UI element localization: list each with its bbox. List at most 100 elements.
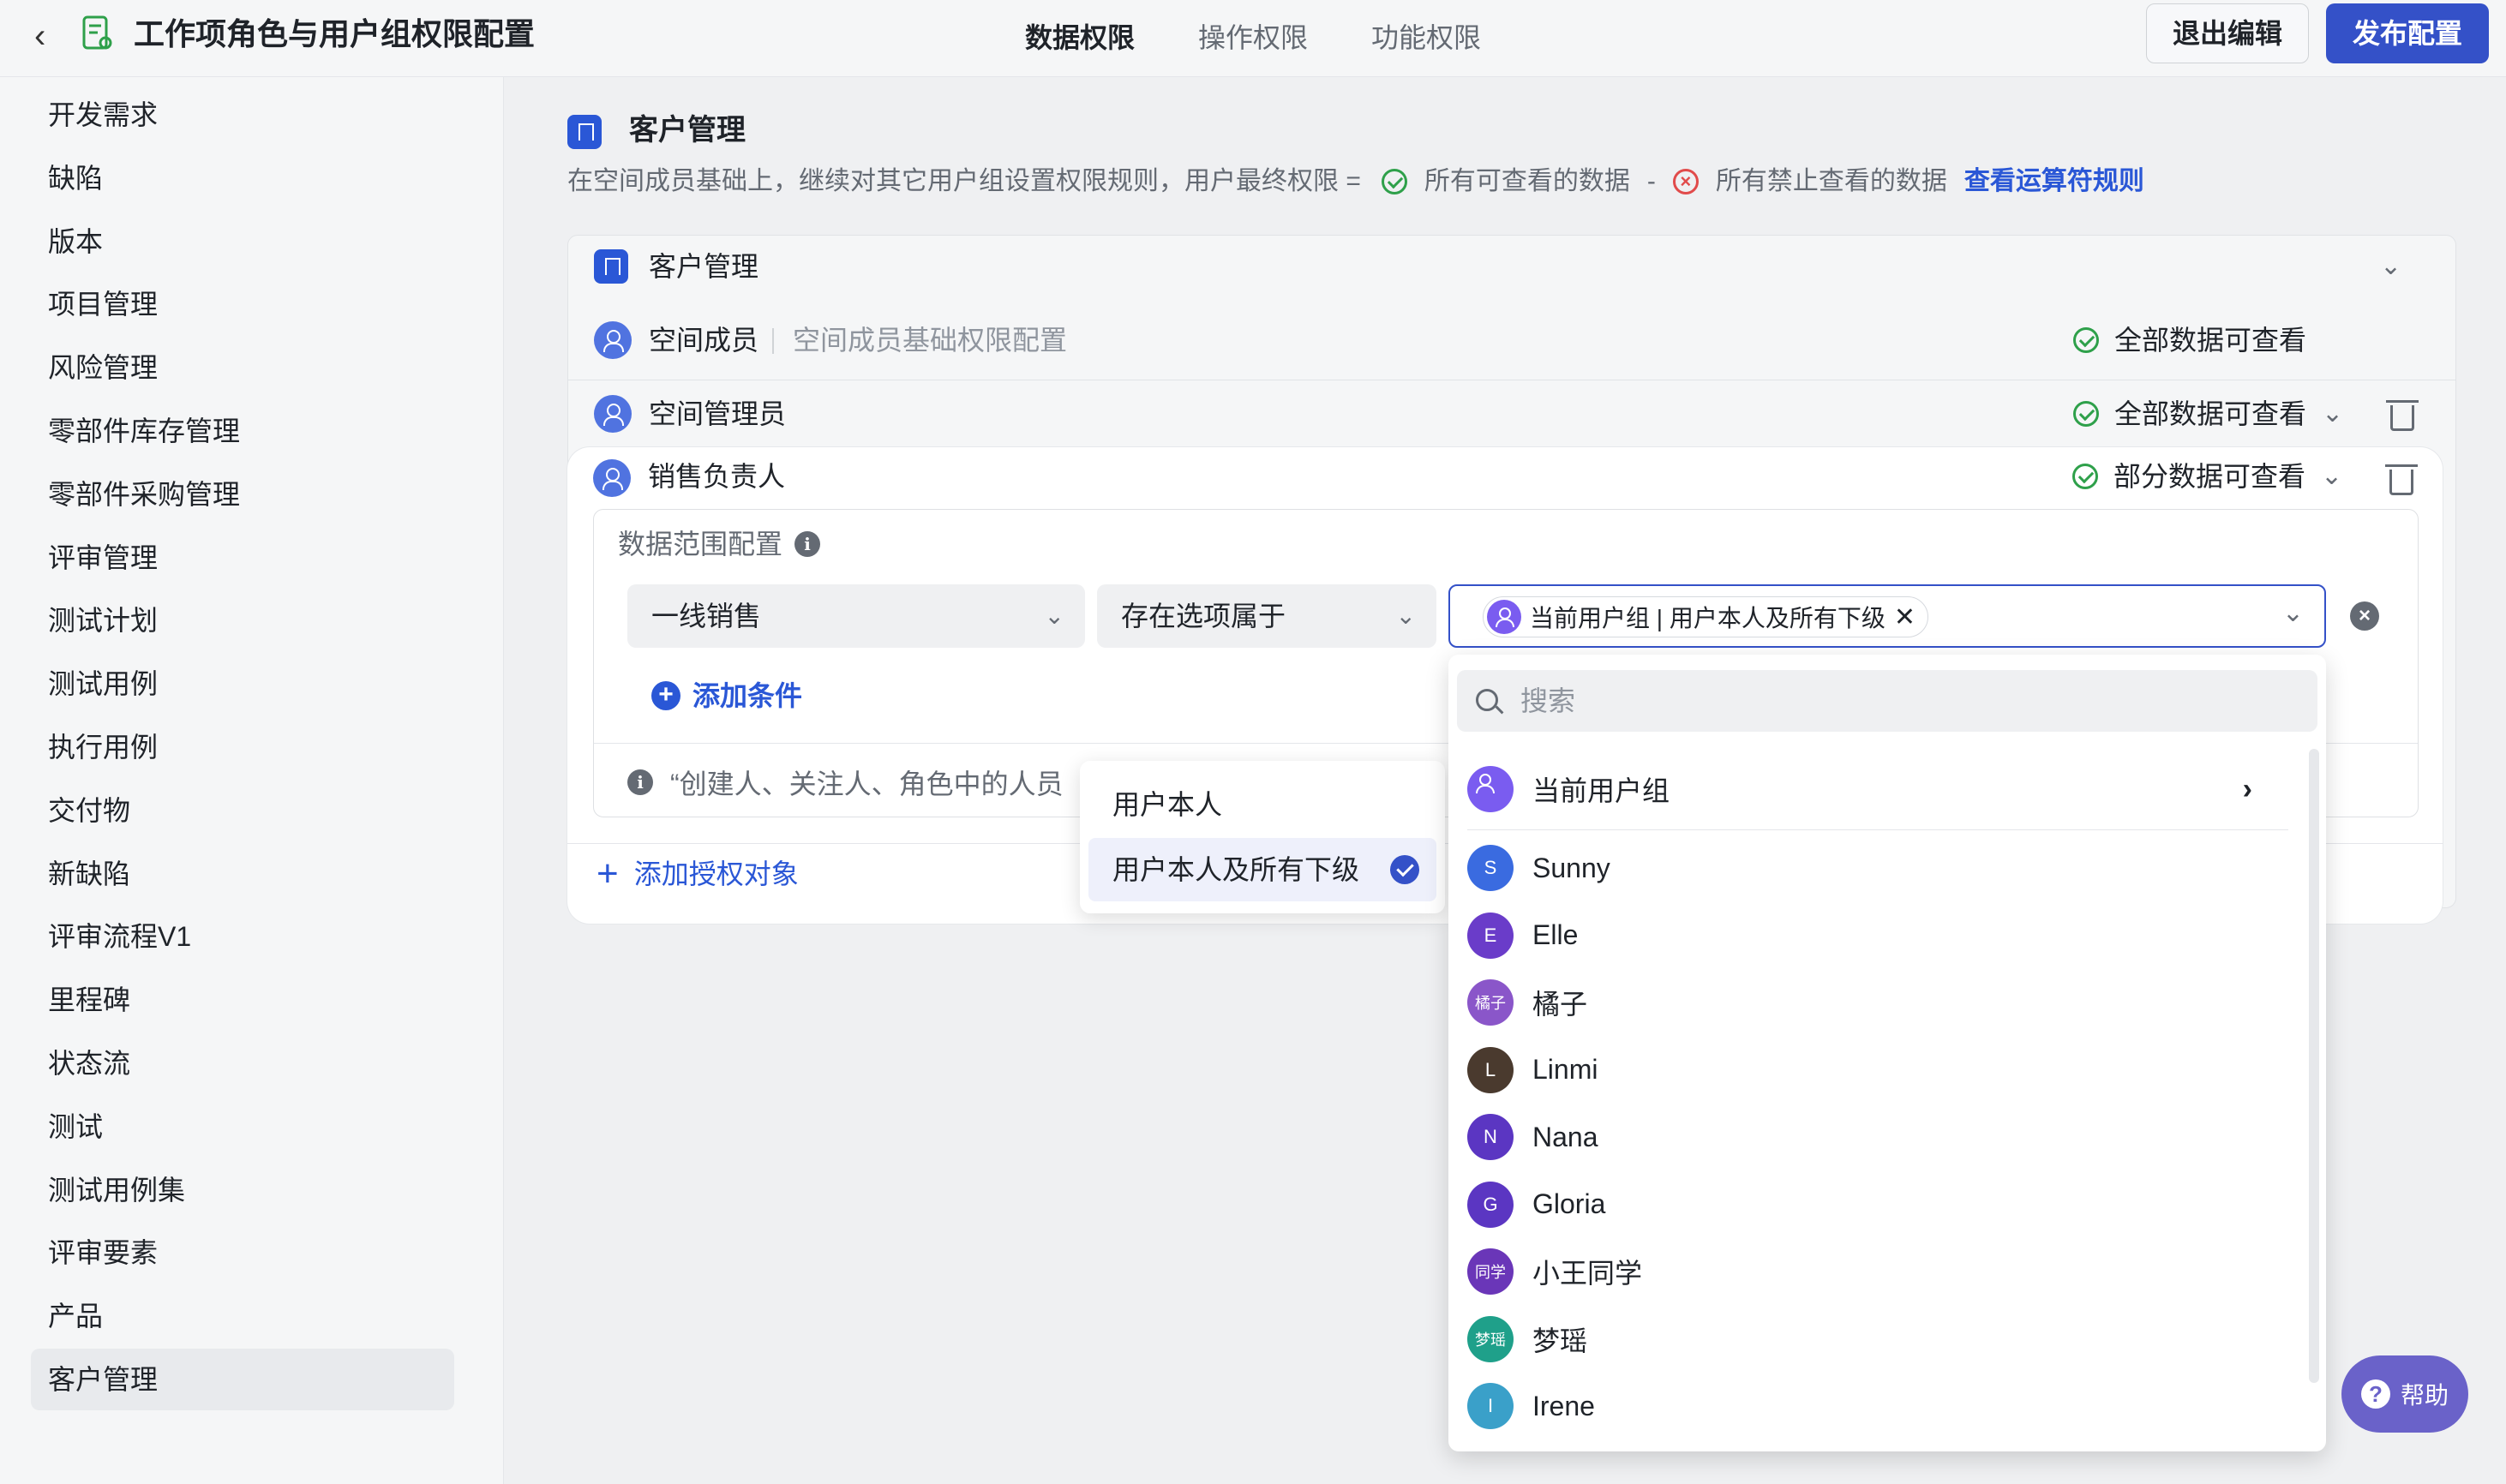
sidebar-item[interactable]: 测试计划 <box>31 589 454 651</box>
sidebar-item[interactable]: 状态流 <box>31 1032 454 1094</box>
scope-option-popup: 用户本人 用户本人及所有下级 <box>1080 761 1445 913</box>
exit-edit-button[interactable]: 退出编辑 <box>2146 3 2309 63</box>
bookmark-icon <box>567 115 602 149</box>
row-name: 销售负责人 <box>648 461 786 492</box>
scrollbar[interactable] <box>2309 749 2319 1383</box>
sidebar-item[interactable]: 零部件采购管理 <box>31 464 454 525</box>
sidebar-item[interactable]: 执行用例 <box>31 716 454 778</box>
user-avatar: G <box>1467 1181 1514 1228</box>
sidebar-item[interactable]: 测试 <box>31 1096 454 1158</box>
user-avatar: N <box>1467 1114 1514 1160</box>
clear-condition-icon[interactable]: × <box>2350 601 2379 631</box>
row-status[interactable]: 全部数据可查看 ⌄ <box>2073 395 2343 433</box>
info-icon[interactable]: i <box>794 531 821 557</box>
desc-deny: 所有禁止查看的数据 <box>1715 167 1947 195</box>
user-option[interactable]: 同学 小王同学 <box>1467 1240 2290 1303</box>
row-status[interactable]: 部分数据可查看 ⌄ <box>2072 458 2342 495</box>
status-label: 部分数据可查看 <box>2113 461 2306 492</box>
tab-data-permission[interactable]: 数据权限 <box>1025 19 1135 58</box>
trash-icon[interactable] <box>2385 464 2418 495</box>
value-multi-select[interactable]: 当前用户组 | 用户本人及所有下级 ✕ ⌄ <box>1448 584 2326 648</box>
desc-minus: - <box>1646 167 1656 195</box>
user-name: Elle <box>1532 919 1579 950</box>
add-authorized-object-button[interactable]: + 添加授权对象 <box>597 855 799 893</box>
check-icon <box>1390 855 1419 884</box>
sidebar-item[interactable]: 评审管理 <box>31 527 454 589</box>
option-user-self[interactable]: 用户本人 <box>1088 773 1436 836</box>
operator-rule-link[interactable]: 查看运算符规则 <box>1964 163 2144 200</box>
sidebar-item[interactable]: 测试用例 <box>31 653 454 715</box>
plus-circle-icon: + <box>651 681 680 710</box>
sidebar-item[interactable]: 风险管理 <box>31 337 454 398</box>
sidebar-item[interactable]: 缺陷 <box>31 147 454 209</box>
check-circle-icon <box>2073 327 2099 353</box>
sidebar-item[interactable]: 客户管理 <box>31 1349 454 1410</box>
card-title: 客户管理 <box>649 251 759 282</box>
info-icon: i <box>627 769 653 795</box>
tab-operation-permission[interactable]: 操作权限 <box>1198 19 1308 58</box>
tag-remove-icon[interactable]: ✕ <box>1894 602 1915 632</box>
chevron-down-icon: ⌄ <box>2322 399 2344 428</box>
note-text: “创建人、关注人、角色中的人员 <box>670 769 1064 799</box>
publish-button[interactable]: 发布配置 <box>2326 3 2489 63</box>
sidebar-item[interactable]: 版本 <box>31 211 454 272</box>
user-option[interactable]: G Gloria <box>1467 1173 2290 1236</box>
user-option[interactable]: L Linmi <box>1467 1038 2290 1102</box>
tab-function-permission[interactable]: 功能权限 <box>1371 19 1481 58</box>
trash-icon[interactable] <box>2386 400 2419 431</box>
user-avatar: I <box>1467 1383 1514 1429</box>
check-circle-icon <box>2072 464 2098 489</box>
user-option[interactable]: E Elle <box>1467 904 2290 967</box>
user-avatar-icon <box>1487 600 1521 634</box>
sidebar-item[interactable]: 项目管理 <box>31 273 454 335</box>
option-user-and-subordinates[interactable]: 用户本人及所有下级 <box>1088 838 1436 901</box>
operator-select[interactable]: 存在选项属于 ⌄ <box>1097 584 1436 648</box>
search-input[interactable] <box>1520 682 2275 720</box>
user-name: 小王同学 <box>1532 1258 1643 1289</box>
check-circle-icon <box>2073 401 2099 427</box>
sidebar-item[interactable]: 评审流程V1 <box>31 906 454 967</box>
sidebar-item[interactable]: 新缺陷 <box>31 843 454 905</box>
user-name: Nana <box>1532 1121 1598 1152</box>
user-option[interactable]: S Sunny <box>1467 836 2290 900</box>
user-group-icon <box>593 459 631 497</box>
field-select-value: 一线销售 <box>651 601 762 631</box>
divider <box>772 328 774 354</box>
operator-select-value: 存在选项属于 <box>1121 601 1286 631</box>
sidebar-item[interactable]: 里程碑 <box>31 969 454 1031</box>
status-label: 全部数据可查看 <box>2114 398 2307 429</box>
back-arrow-icon[interactable]: ‹ <box>34 19 60 53</box>
sidebar-item[interactable]: 交付物 <box>31 780 454 841</box>
help-label: 帮助 <box>2400 1382 2449 1409</box>
row-subtitle: 空间成员基础权限配置 <box>793 325 1068 356</box>
add-object-label: 添加授权对象 <box>633 859 799 889</box>
bookmark-icon <box>594 249 628 284</box>
chevron-down-icon: ⌄ <box>1044 602 1064 629</box>
selected-tag: 当前用户组 | 用户本人及所有下级 ✕ <box>1483 596 1928 637</box>
sidebar-item[interactable]: 开发需求 <box>31 84 454 146</box>
allow-check-icon <box>1381 169 1407 194</box>
sidebar-item[interactable]: 产品 <box>31 1285 454 1347</box>
sidebar-item[interactable]: 零部件库存管理 <box>31 400 454 462</box>
collapse-chevron-icon[interactable]: ⌄ <box>2380 248 2401 285</box>
tag-label: 当前用户组 | 用户本人及所有下级 <box>1530 605 1885 631</box>
desc-allow: 所有可查看的数据 <box>1424 167 1630 195</box>
top-header: ‹ 工作项角色与用户组权限配置 数据权限 操作权限 功能权限 退出编辑 发布配置 <box>0 0 2506 77</box>
user-avatar: S <box>1467 845 1514 891</box>
user-name: Gloria <box>1532 1188 1606 1219</box>
chevron-down-icon: ⌄ <box>2321 462 2343 490</box>
row-name: 空间管理员 <box>649 398 787 429</box>
chevron-down-icon: ⌄ <box>1395 602 1416 629</box>
tab-bar: 数据权限 操作权限 功能权限 <box>1025 19 1481 58</box>
sidebar-item[interactable]: 评审要素 <box>31 1222 454 1284</box>
user-option[interactable]: 梦瑶 梦瑶 <box>1467 1307 2290 1371</box>
help-button[interactable]: ? 帮助 <box>2341 1355 2468 1433</box>
field-select[interactable]: 一线销售 ⌄ <box>627 584 1085 648</box>
user-option[interactable]: N Nana <box>1467 1105 2290 1169</box>
add-condition-button[interactable]: + 添加条件 <box>651 677 802 715</box>
user-option[interactable]: 橘子 橘子 <box>1467 971 2290 1034</box>
plus-icon: + <box>597 853 619 895</box>
sidebar-item[interactable]: 测试用例集 <box>31 1159 454 1221</box>
user-option[interactable]: I Irene <box>1467 1374 2290 1438</box>
group-item-current-user-group[interactable]: 当前用户组 › <box>1467 757 2290 821</box>
